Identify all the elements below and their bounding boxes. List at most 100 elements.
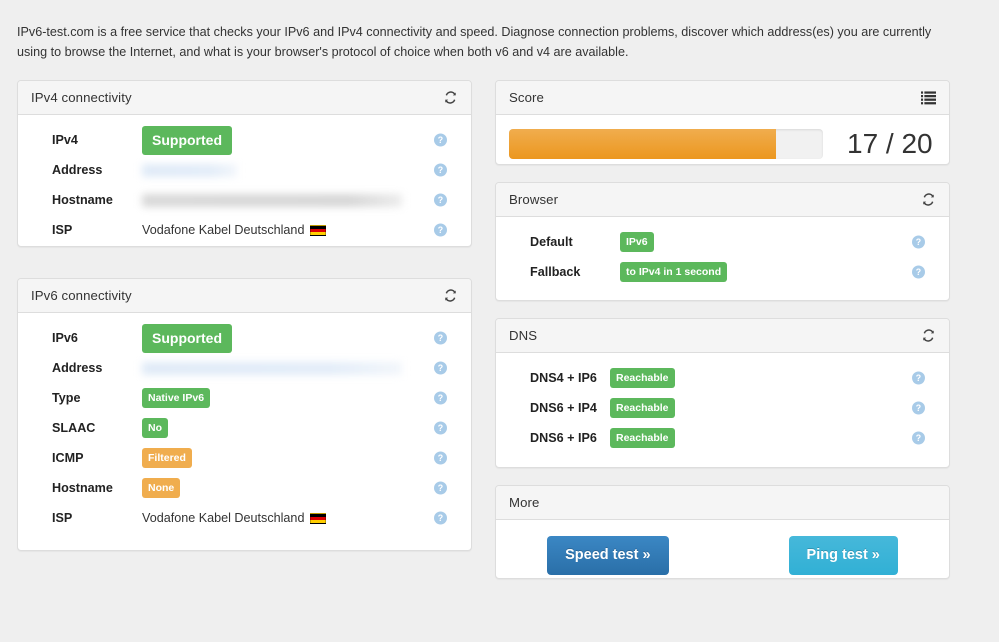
data-row: Address? <box>18 353 471 383</box>
ipv6-rows: IPv6 Supported? Address? Type Native IPv6? SL… <box>18 313 471 543</box>
row-value: Reachable <box>610 427 675 449</box>
browser-panel-header: Browser <box>496 183 949 217</box>
data-row: Fallback to IPv4 in 1 second? <box>496 257 949 287</box>
data-row: ICMP Filtered? <box>18 443 471 473</box>
svg-text:?: ? <box>438 363 443 373</box>
svg-text:?: ? <box>438 423 443 433</box>
data-row: Hostname? <box>18 185 471 215</box>
help-icon[interactable]: ? <box>434 163 447 177</box>
browser-panel-title: Browser <box>509 192 559 207</box>
data-row: Default IPv6? <box>496 227 949 257</box>
svg-text:?: ? <box>438 453 443 463</box>
status-badge: Reachable <box>610 397 675 419</box>
redacted-value <box>142 163 237 177</box>
intro-paragraph: IPv6-test.com is a free service that che… <box>17 24 932 59</box>
refresh-icon[interactable] <box>919 327 937 345</box>
dns-rows: DNS4 + IP6 Reachable? DNS6 + IP4 Reachable?… <box>496 353 949 463</box>
row-label: Type <box>52 391 81 405</box>
row-label: Default <box>530 235 573 249</box>
ipv4-rows: IPv4 Supported? Address? Hostname? ISP Vodafo… <box>18 115 471 255</box>
row-label: Address <box>52 163 103 177</box>
svg-text:?: ? <box>438 333 443 343</box>
score-panel-header: Score <box>496 81 949 115</box>
svg-text:?: ? <box>916 237 921 247</box>
score-progress-track <box>509 129 823 159</box>
data-row: Hostname None? <box>18 473 471 503</box>
page-root: IPv6-test.com is a free service that che… <box>0 0 999 642</box>
redacted-value <box>142 361 402 375</box>
list-details-icon[interactable] <box>919 89 937 107</box>
help-icon[interactable]: ? <box>912 235 925 249</box>
svg-text:?: ? <box>438 513 443 523</box>
status-badge: None <box>142 477 181 499</box>
ipv6-panel-header: IPv6 connectivity <box>18 279 471 313</box>
help-icon[interactable]: ? <box>912 401 925 415</box>
help-icon[interactable]: ? <box>434 421 447 435</box>
row-value: Vodafone Kabel Deutschland <box>142 223 327 237</box>
more-panel-header: More <box>496 486 949 520</box>
data-row: SLAAC No? <box>18 413 471 443</box>
help-icon[interactable]: ? <box>434 451 447 465</box>
dns-panel-title: DNS <box>509 328 538 343</box>
more-body: Speed test » Ping test » <box>496 520 949 592</box>
row-value[interactable] <box>142 361 402 375</box>
data-row: DNS6 + IP4 Reachable? <box>496 393 949 423</box>
help-icon[interactable]: ? <box>434 331 447 345</box>
row-value: None <box>142 477 181 499</box>
dns-panel-header: DNS <box>496 319 949 353</box>
row-label: Address <box>52 361 103 375</box>
data-row: IPv6 Supported? <box>18 323 471 353</box>
help-icon[interactable]: ? <box>434 193 447 207</box>
svg-text:?: ? <box>438 225 443 235</box>
svg-text:?: ? <box>916 267 921 277</box>
help-icon[interactable]: ? <box>434 481 447 495</box>
status-badge: Supported <box>142 323 232 353</box>
row-label: Hostname <box>52 481 113 495</box>
more-panel-title: More <box>509 495 540 510</box>
refresh-icon[interactable] <box>441 89 459 107</box>
help-icon[interactable]: ? <box>434 361 447 375</box>
row-value[interactable] <box>142 163 237 177</box>
country-flag-icon <box>310 512 327 524</box>
help-icon[interactable]: ? <box>434 223 447 237</box>
country-flag-icon <box>310 224 327 236</box>
svg-text:?: ? <box>438 483 443 493</box>
status-badge: No <box>142 417 168 439</box>
data-row: DNS4 + IP6 Reachable? <box>496 363 949 393</box>
data-row: IPv4 Supported? <box>18 125 471 155</box>
row-label: Fallback <box>530 265 581 279</box>
help-icon[interactable]: ? <box>912 265 925 279</box>
ipv4-panel-header: IPv4 connectivity <box>18 81 471 115</box>
more-panel: More Speed test » Ping test » <box>495 485 950 579</box>
data-row: ISP Vodafone Kabel Deutschland? <box>18 503 471 533</box>
status-badge: Reachable <box>610 367 675 389</box>
status-badge: Filtered <box>142 447 192 469</box>
row-label: IPv4 <box>52 133 78 147</box>
ipv6-panel-title: IPv6 connectivity <box>31 288 132 303</box>
speed-test-button[interactable]: Speed test » <box>547 536 669 575</box>
svg-text:?: ? <box>916 373 921 383</box>
row-value: to IPv4 in 1 second <box>620 261 728 283</box>
help-icon[interactable]: ? <box>434 511 447 525</box>
row-value: No <box>142 417 168 439</box>
svg-text:?: ? <box>916 403 921 413</box>
status-badge: IPv6 <box>620 231 654 253</box>
help-icon[interactable]: ? <box>434 133 447 147</box>
row-value: Supported <box>142 323 232 353</box>
row-value: Supported <box>142 125 232 155</box>
ping-test-button[interactable]: Ping test » <box>788 536 898 575</box>
help-icon[interactable]: ? <box>912 431 925 445</box>
row-label: DNS6 + IP6 <box>530 431 597 445</box>
help-icon[interactable]: ? <box>912 371 925 385</box>
help-icon[interactable]: ? <box>434 391 447 405</box>
refresh-icon[interactable] <box>441 287 459 305</box>
svg-text:?: ? <box>438 135 443 145</box>
row-value: Filtered <box>142 447 192 469</box>
row-label: DNS6 + IP4 <box>530 401 597 415</box>
score-body: 17 / 20 <box>496 115 949 174</box>
score-value: 17 / 20 <box>847 128 933 159</box>
refresh-icon[interactable] <box>919 191 937 209</box>
svg-text:?: ? <box>438 165 443 175</box>
data-row: ISP Vodafone Kabel Deutschland? <box>18 215 471 245</box>
status-badge: Native IPv6 <box>142 387 211 409</box>
